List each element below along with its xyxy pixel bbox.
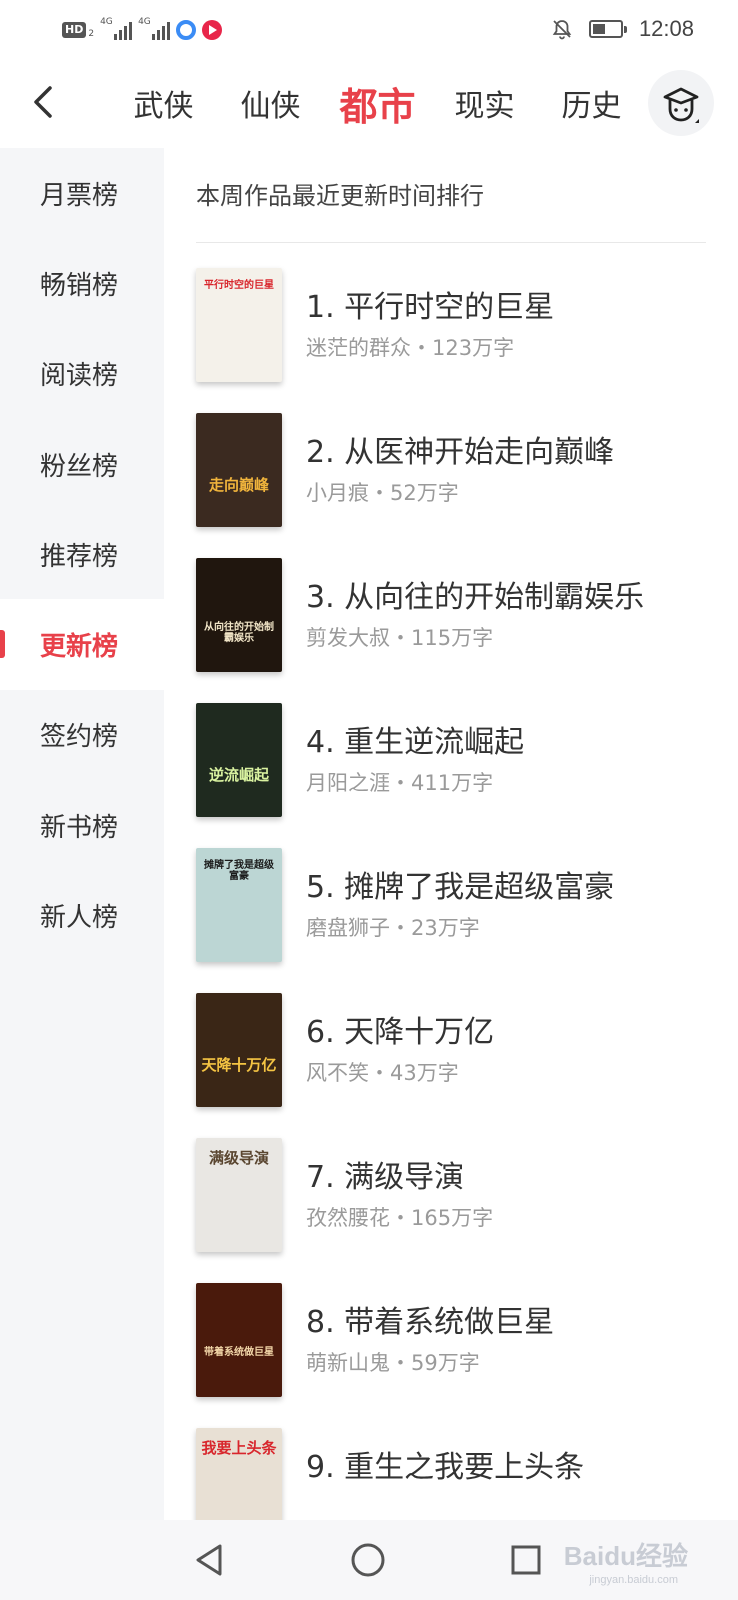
section-title: 本周作品最近更新时间排行 (196, 182, 484, 210)
category-header: 武侠 仙侠 都市 现实 历史 (0, 60, 738, 146)
book-list-item[interactable]: 平行时空的巨星 1. 平行时空的巨星迷茫的群众・123万字 (196, 268, 716, 386)
book-author-wordcount: 剪发大叔・115万字 (306, 626, 494, 650)
network-type-label: 4G (138, 17, 151, 27)
book-author-wordcount: 萌新山鬼・59万字 (306, 1351, 480, 1375)
book-cover-image[interactable]: 摊牌了我是超级富豪 (196, 848, 282, 962)
system-nav-bar: Baidu经验 jingyan.baidu.com (0, 1520, 738, 1600)
book-cover-text: 从向往的开始制霸娱乐 (204, 622, 274, 644)
tab-xianshi[interactable]: 现实 (431, 81, 538, 125)
book-title[interactable]: 1. 平行时空的巨星 (306, 282, 554, 326)
book-title[interactable]: 2. 从医神开始走向巅峰 (306, 427, 614, 471)
app-notification-icon (176, 20, 197, 40)
sidebar-item-new-books[interactable]: 新书榜 (0, 780, 164, 870)
nav-recents-button[interactable] (506, 1540, 546, 1580)
book-title[interactable]: 9. 重生之我要上头条 (306, 1442, 584, 1486)
book-cover-image[interactable]: 天降十万亿 (196, 993, 282, 1107)
book-author-wordcount: 孜然腰花・165万字 (306, 1206, 494, 1230)
book-list-item[interactable]: 带着系统做巨星 8. 带着系统做巨星萌新山鬼・59万字 (196, 1283, 716, 1401)
book-cover-text: 天降十万亿 (201, 1056, 277, 1074)
hd-sim-label: 2 (88, 29, 95, 39)
book-author-wordcount: 小月痕・52万字 (306, 481, 459, 505)
sidebar-item-fans[interactable]: 粉丝榜 (0, 419, 164, 509)
book-cover-text: 摊牌了我是超级富豪 (204, 860, 274, 882)
reader-avatar-icon (663, 87, 699, 123)
sidebar-item-monthly-ticket[interactable]: 月票榜 (0, 148, 164, 238)
book-cover-text: 带着系统做巨星 (204, 1347, 274, 1358)
user-avatar-button[interactable] (648, 70, 714, 136)
book-cover-image[interactable]: 从向往的开始制霸娱乐 (196, 558, 282, 672)
book-cover-text: 逆流崛起 (208, 766, 269, 784)
book-cover-text: 走向巅峰 (208, 476, 269, 494)
book-title[interactable]: 5. 摊牌了我是超级富豪 (306, 862, 614, 906)
book-title[interactable]: 3. 从向往的开始制霸娱乐 (306, 572, 644, 616)
sidebar-item-bestseller[interactable]: 畅销榜 (0, 238, 164, 328)
book-list-item[interactable]: 逆流崛起 4. 重生逆流崛起月阳之涯・411万字 (196, 703, 716, 821)
book-list-item[interactable]: 天降十万亿 6. 天降十万亿风不笑・43万字 (196, 993, 716, 1111)
book-cover-image[interactable]: 逆流崛起 (196, 703, 282, 817)
sidebar-item-new-authors[interactable]: 新人榜 (0, 870, 164, 960)
book-title[interactable]: 8. 带着系统做巨星 (306, 1297, 554, 1341)
chevron-left-icon (34, 86, 52, 118)
status-bar: HD 2 4G 4G 12:08 (0, 0, 738, 60)
book-list-item[interactable]: 摊牌了我是超级富豪 5. 摊牌了我是超级富豪磨盘狮子・23万字 (196, 848, 716, 966)
book-cover-text: 我要上头条 (201, 1439, 277, 1457)
book-author-wordcount: 磨盘狮子・23万字 (306, 916, 480, 940)
book-list-item[interactable]: 走向巅峰 2. 从医神开始走向巅峰小月痕・52万字 (196, 413, 716, 531)
book-author-wordcount: 风不笑・43万字 (306, 1061, 459, 1085)
clock: 12:08 (638, 16, 694, 41)
book-author-wordcount: 月阳之涯・411万字 (306, 771, 494, 795)
ranking-list: 本周作品最近更新时间排行 平行时空的巨星 1. 平行时空的巨星迷茫的群众・123万… (164, 148, 738, 1520)
sidebar-item-update[interactable]: 更新榜 (0, 599, 164, 690)
baidu-watermark: Baidu经验 (563, 1541, 688, 1571)
book-list-item[interactable]: 满级导演 7. 满级导演孜然腰花・165万字 (196, 1138, 716, 1256)
battery-icon (588, 20, 627, 38)
nav-back-button[interactable] (190, 1540, 230, 1580)
ranking-sidebar: 月票榜 畅销榜 阅读榜 粉丝榜 推荐榜 更新榜 签约榜 新书榜 新人榜 (0, 148, 164, 1520)
tab-dushi[interactable]: 都市 (324, 76, 431, 131)
status-left: HD 2 4G 4G (62, 16, 223, 44)
square-recents-icon (511, 1545, 541, 1575)
book-list-item[interactable]: 我要上头条 9. 重生之我要上头条 (196, 1428, 716, 1520)
book-cover-text: 平行时空的巨星 (204, 280, 274, 291)
book-cover-text: 满级导演 (208, 1149, 269, 1167)
tab-xianxia[interactable]: 仙侠 (217, 81, 324, 125)
sidebar-item-recommend[interactable]: 推荐榜 (0, 509, 164, 599)
book-cover-image[interactable]: 带着系统做巨星 (196, 1283, 282, 1397)
network-type-label: 4G (100, 17, 113, 27)
triangle-back-icon (196, 1544, 222, 1576)
category-tabs: 武侠 仙侠 都市 现实 历史 (110, 60, 645, 146)
baidu-watermark-url: jingyan.baidu.com (589, 1574, 678, 1586)
book-title[interactable]: 4. 重生逆流崛起 (306, 717, 524, 761)
book-cover-image[interactable]: 我要上头条 (196, 1428, 282, 1520)
mute-bell-icon (551, 18, 573, 40)
signal-icon: 4G (138, 17, 171, 40)
book-cover-image[interactable]: 平行时空的巨星 (196, 268, 282, 382)
tab-lishi[interactable]: 历史 (538, 81, 645, 125)
music-app-icon (202, 20, 223, 40)
sidebar-item-reading[interactable]: 阅读榜 (0, 329, 164, 419)
book-cover-image[interactable]: 满级导演 (196, 1138, 282, 1252)
circle-home-icon (351, 1543, 385, 1577)
sidebar-item-signed[interactable]: 签约榜 (0, 690, 164, 780)
book-author-wordcount: 迷茫的群众・123万字 (306, 336, 515, 360)
back-button[interactable] (26, 80, 66, 124)
book-title[interactable]: 7. 满级导演 (306, 1152, 464, 1196)
nav-home-button[interactable] (348, 1540, 388, 1580)
divider (196, 242, 706, 243)
book-list-item[interactable]: 从向往的开始制霸娱乐 3. 从向往的开始制霸娱乐剪发大叔・115万字 (196, 558, 716, 676)
book-title[interactable]: 6. 天降十万亿 (306, 1007, 494, 1051)
status-right: 12:08 (551, 14, 694, 44)
tab-wuxia[interactable]: 武侠 (110, 81, 217, 125)
hd-icon: HD (62, 22, 87, 38)
signal-icon: 4G (100, 17, 133, 40)
book-cover-image[interactable]: 走向巅峰 (196, 413, 282, 527)
